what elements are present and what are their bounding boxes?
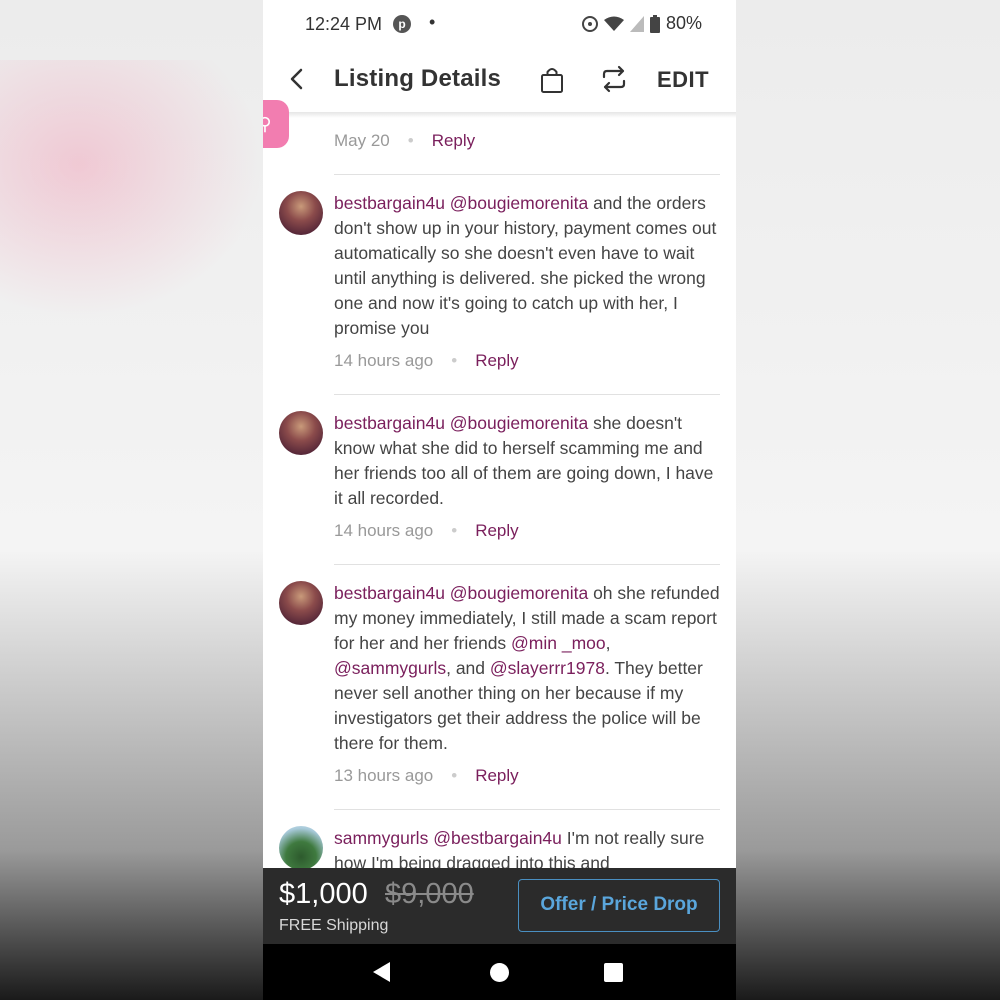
- search-icon: ⚲: [263, 114, 272, 134]
- divider: [334, 564, 720, 565]
- comment-username[interactable]: sammygurls: [334, 828, 428, 848]
- search-fab-button[interactable]: ⚲: [263, 100, 289, 148]
- battery-icon: [649, 14, 660, 33]
- status-icons: 80%: [581, 13, 702, 34]
- pinterest-icon: p: [393, 15, 411, 33]
- comment-meta: 14 hours ago • Reply: [334, 351, 519, 371]
- avatar[interactable]: [279, 581, 323, 625]
- background-blur: [0, 60, 263, 320]
- share-icon[interactable]: [599, 64, 629, 94]
- mention-link[interactable]: @bougiemorenita: [450, 193, 588, 213]
- avatar[interactable]: [279, 191, 323, 235]
- comment-username[interactable]: bestbargain4u: [334, 413, 445, 433]
- comment-date: May 20: [334, 131, 390, 150]
- divider: [334, 174, 720, 175]
- comment-username[interactable]: bestbargain4u: [334, 193, 445, 213]
- comment-meta: 14 hours ago • Reply: [334, 521, 519, 541]
- comment-meta: 13 hours ago • Reply: [334, 766, 519, 786]
- comment-text: and the orders don't show up in your his…: [334, 193, 717, 338]
- status-bar: 12:24 PM p • 80%: [263, 0, 736, 48]
- cast-icon: [581, 15, 598, 32]
- phone-screen: 12:24 PM p • 80% Listing Details EDIT ⚲ …: [263, 0, 736, 1000]
- system-nav-bar: [263, 944, 736, 1000]
- avatar[interactable]: [279, 826, 323, 870]
- comment-body: bestbargain4u @bougiemorenita she doesn'…: [334, 411, 724, 511]
- offer-price-drop-button[interactable]: Offer / Price Drop: [518, 879, 720, 932]
- signal-icon: [629, 15, 644, 32]
- comment-body: bestbargain4u @bougiemorenita oh she ref…: [334, 581, 724, 756]
- divider: [334, 809, 720, 810]
- listing-price: $1,000: [279, 878, 368, 910]
- back-icon[interactable]: [285, 64, 309, 94]
- nav-home-icon[interactable]: [490, 963, 509, 982]
- wifi-icon: [603, 16, 624, 31]
- comment-meta: May 20 • Reply: [334, 131, 475, 151]
- separator-dot: •: [451, 766, 458, 785]
- comment-username[interactable]: bestbargain4u: [334, 583, 445, 603]
- status-time: 12:24 PM: [305, 14, 383, 34]
- comment-time: 13 hours ago: [334, 766, 434, 785]
- comment-text: ,: [605, 633, 611, 653]
- comment-body: bestbargain4u @bougiemorenita and the or…: [334, 191, 724, 341]
- mention-link[interactable]: @bougiemorenita: [450, 583, 588, 603]
- reply-link[interactable]: Reply: [475, 766, 518, 785]
- divider: [334, 394, 720, 395]
- comment-time: 14 hours ago: [334, 521, 434, 540]
- notification-dot-icon: •: [429, 12, 436, 32]
- comment-time: 14 hours ago: [334, 351, 434, 370]
- separator-dot: •: [407, 131, 414, 150]
- price-bar: $1,000 $9,000 FREE Shipping Offer / Pric…: [263, 868, 736, 944]
- avatar[interactable]: [279, 411, 323, 455]
- page-title: Listing Details: [334, 65, 502, 92]
- separator-dot: •: [451, 521, 458, 540]
- app-bar: Listing Details EDIT: [263, 50, 736, 112]
- reply-link[interactable]: Reply: [475, 351, 518, 370]
- battery-percent: 80%: [665, 13, 702, 33]
- mention-link[interactable]: @slayerrr1978: [490, 658, 605, 678]
- shopping-bag-icon[interactable]: [539, 66, 565, 94]
- shipping-label: FREE Shipping: [279, 917, 389, 934]
- mention-link[interactable]: @bougiemorenita: [450, 413, 588, 433]
- app-bar-shadow: [263, 112, 736, 118]
- separator-dot: •: [451, 351, 458, 370]
- nav-recents-icon[interactable]: [604, 963, 623, 982]
- edit-button[interactable]: EDIT: [657, 67, 709, 93]
- original-price: $9,000: [385, 878, 474, 910]
- comment-text: , and: [446, 658, 490, 678]
- reply-link[interactable]: Reply: [432, 131, 475, 150]
- reply-link[interactable]: Reply: [475, 521, 518, 540]
- mention-link[interactable]: @bestbargain4u: [433, 828, 562, 848]
- mention-link[interactable]: @min _moo: [511, 633, 606, 653]
- mention-link[interactable]: @sammygurls: [334, 658, 446, 678]
- nav-back-icon[interactable]: [373, 962, 390, 982]
